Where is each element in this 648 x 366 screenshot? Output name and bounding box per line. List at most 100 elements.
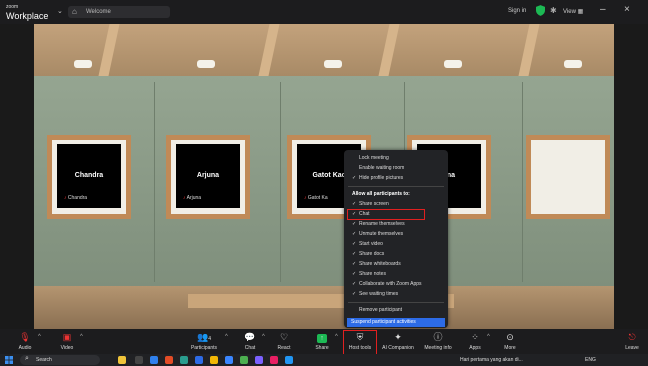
meeting-toolbar: 🎙 Audio ^ ▣ Video ^ 👥4 Participants ^ 💬 Chat… (0, 329, 648, 354)
menu-item-unmute[interactable]: ✓ Unmute themselves (352, 231, 403, 237)
menu-item-share-whiteboards[interactable]: ✓ Share whiteboards (352, 261, 401, 267)
react-button[interactable]: ♡ React (273, 331, 295, 351)
wall-panel-line (154, 82, 155, 282)
chevron-up-icon[interactable]: ^ (262, 334, 265, 340)
frame-mat (531, 140, 605, 214)
chat-highlight-box (347, 209, 425, 220)
close-icon[interactable]: × (624, 4, 630, 15)
windows-start-icon[interactable] (5, 356, 13, 364)
wall-panel-line (522, 82, 523, 282)
chevron-up-icon[interactable]: ^ (335, 334, 338, 340)
chat-button[interactable]: 💬 Chat (240, 331, 260, 351)
muted-mic-icon: ♪ (64, 195, 67, 201)
menu-item-remove-participant[interactable]: Remove participant (352, 307, 402, 313)
shield-icon[interactable] (536, 5, 545, 16)
check-icon: ✓ (352, 251, 357, 257)
suspend-activities-button[interactable]: Suspend participant activities (347, 318, 445, 327)
menu-item-share-screen[interactable]: ✓ Share screen (352, 201, 389, 207)
ceiling-lamp (197, 60, 215, 68)
menu-item-waiting-times[interactable]: ✓ See waiting times (352, 291, 398, 297)
muted-mic-icon: ♪ (183, 195, 186, 201)
host-tools-highlight-box (343, 330, 377, 355)
taskbar-language[interactable]: ENG (585, 357, 596, 363)
taskbar-app-icon[interactable] (195, 356, 203, 364)
taskbar-app-icon[interactable] (255, 356, 263, 364)
audio-label: Audio (18, 345, 32, 351)
video-label: Video (60, 345, 74, 351)
meeting-info-label: Meeting info (424, 345, 452, 351)
menu-item-label: Share docs (359, 251, 385, 257)
taskbar-app-icon[interactable] (225, 356, 233, 364)
menu-item-zoom-apps[interactable]: ✓ Collaborate with Zoom Apps (352, 281, 422, 287)
taskbar-app-icon[interactable] (210, 356, 218, 364)
participant-tile[interactable]: Arjuna ♪ Arjuna (166, 135, 250, 219)
menu-item-label: Share whiteboards (359, 261, 401, 267)
wall-panel-line (280, 82, 281, 282)
taskbar-app-icon[interactable] (240, 356, 248, 364)
check-icon: ✓ (352, 221, 357, 227)
menu-item-label: Hide profile pictures (359, 175, 404, 181)
check-icon: ✓ (352, 281, 357, 287)
menu-item-lock-meeting[interactable]: Lock meeting (352, 155, 389, 161)
taskbar-app-icon[interactable] (135, 356, 143, 364)
apps-button[interactable]: ⁘ Apps (465, 331, 485, 351)
sign-in-button[interactable]: Sign in (508, 8, 526, 14)
ceiling-lamp (74, 60, 92, 68)
home-search-field[interactable]: ⌂ Welcome (68, 6, 170, 18)
participants-icon: 👥4 (197, 332, 211, 342)
taskbar-app-icon[interactable] (118, 356, 126, 364)
menu-item-waiting-room[interactable]: Enable waiting room (352, 165, 404, 171)
video-tile: Chandra ♪ Chandra (57, 144, 121, 208)
participants-count: 4 (208, 336, 211, 342)
ceiling-lamp (564, 60, 582, 68)
participant-tile[interactable]: Chandra ♪ Chandra (47, 135, 131, 219)
chevron-up-icon[interactable]: ^ (487, 334, 490, 340)
menu-item-label: Start video (359, 241, 383, 247)
menu-item-label: See waiting times (359, 291, 399, 297)
ceiling-beam (378, 24, 400, 76)
participants-button[interactable]: 👥4 Participants (186, 331, 222, 351)
taskbar-app-icon[interactable] (165, 356, 173, 364)
chevron-up-icon[interactable]: ^ (38, 334, 41, 340)
participant-tag-label: Arjuna (186, 195, 202, 201)
chevron-up-icon[interactable]: ^ (225, 334, 228, 340)
meeting-info-button[interactable]: ⓘ Meeting info (421, 331, 455, 351)
participant-tag: ♪ Gatot Ka (302, 195, 330, 201)
share-button[interactable]: ↑ Share (311, 331, 333, 351)
share-label: Share (315, 345, 329, 351)
participant-tag-label: Chandra (67, 195, 88, 201)
taskbar-app-icon[interactable] (180, 356, 188, 364)
taskbar-app-icon[interactable] (285, 356, 293, 364)
check-icon: ✓ (352, 261, 357, 267)
participant-name: Chandra (74, 172, 104, 179)
video-stage: Chandra ♪ Chandra Arjuna ♪ Arjuna Gatot … (34, 24, 614, 329)
taskbar-search[interactable]: ⌕ Search (20, 355, 100, 365)
video-button[interactable]: ▣ Video (55, 331, 79, 351)
minimize-icon[interactable]: – (600, 4, 606, 15)
chevron-down-icon[interactable]: ⌄ (57, 7, 63, 15)
menu-item-start-video[interactable]: ✓ Start video (352, 241, 383, 247)
chevron-up-icon[interactable]: ^ (80, 334, 83, 340)
taskbar-app-icon[interactable] (270, 356, 278, 364)
menu-item-share-notes[interactable]: ✓ Share notes (352, 271, 386, 277)
menu-item-label: Enable waiting room (359, 165, 405, 171)
notification-text[interactable]: Hari pertama yang akan di... (460, 357, 523, 363)
menu-item-share-docs[interactable]: ✓ Share docs (352, 251, 384, 257)
search-icon: ⌕ (25, 355, 29, 362)
menu-item-label: Collaborate with Zoom Apps (359, 281, 422, 287)
view-button[interactable]: View ▦ (563, 8, 583, 15)
leave-button[interactable]: ⎋ Leave (622, 331, 642, 351)
more-button[interactable]: ⊙ More (500, 331, 520, 351)
taskbar-app-icon[interactable] (150, 356, 158, 364)
brand-small: zoom (6, 4, 19, 10)
gear-icon[interactable]: ✱ (550, 6, 557, 15)
more-icon: ⊙ (506, 332, 514, 342)
menu-item-label: Remove participant (359, 307, 403, 313)
menu-item-hide-profile-pictures[interactable]: ✓ Hide profile pictures (352, 175, 403, 181)
check-icon: ✓ (352, 241, 357, 247)
ai-companion-button[interactable]: ✦ AI Companion (378, 331, 418, 351)
audio-button[interactable]: 🎙 Audio (14, 331, 36, 351)
muted-mic-icon: ♪ (304, 195, 307, 201)
menu-item-rename[interactable]: ✓ Rename themselves (352, 221, 405, 227)
empty-frame (526, 135, 610, 219)
